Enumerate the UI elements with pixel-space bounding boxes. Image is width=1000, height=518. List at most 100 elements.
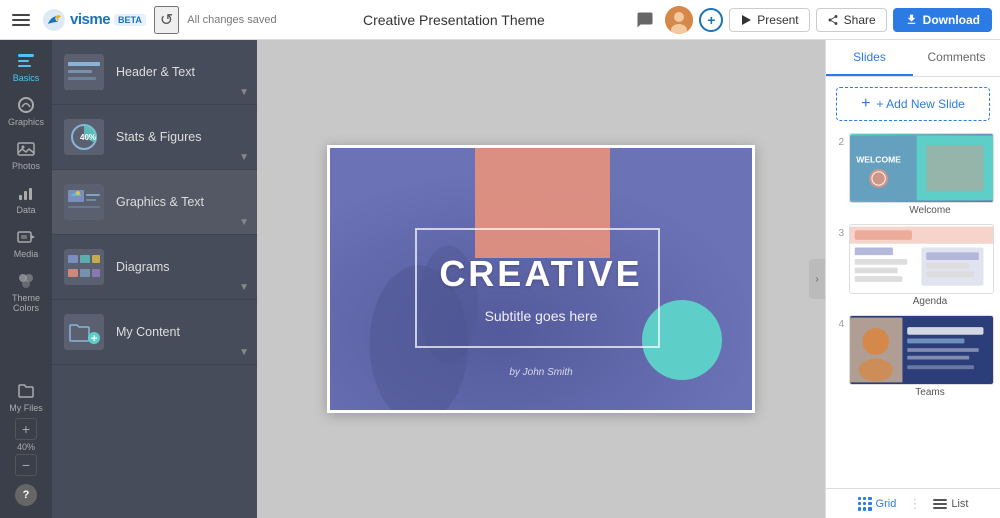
canvas-collapse-button[interactable]: › xyxy=(809,259,825,299)
zoom-in-button[interactable]: + xyxy=(15,418,37,440)
avatar-icon xyxy=(665,6,693,34)
panel-my-content-chevron-icon: ▼ xyxy=(239,347,249,358)
download-button[interactable]: Download xyxy=(893,8,992,32)
basics-icon xyxy=(16,51,36,71)
agenda-thumb-bg xyxy=(850,225,993,293)
svg-text:40%: 40% xyxy=(80,133,96,142)
right-panel-bottom-bar: Grid ⋮ List xyxy=(826,488,1000,518)
graphics-text-icon xyxy=(64,184,104,220)
slide-thumb-item: Teams xyxy=(849,315,994,398)
present-button[interactable]: Present xyxy=(729,8,809,32)
zoom-out-button[interactable]: − xyxy=(15,454,37,476)
add-slide-label: + Add New Slide xyxy=(876,97,964,111)
photos-icon xyxy=(16,139,36,159)
comment-button[interactable] xyxy=(631,6,659,34)
data-icon xyxy=(16,183,36,203)
zoom-value: 40% xyxy=(17,442,35,452)
slide-canvas[interactable]: CREATIVE Subtitle goes here by John Smit… xyxy=(327,145,755,413)
share-button[interactable]: Share xyxy=(816,8,887,32)
teams-thumb-bg xyxy=(850,316,993,384)
slide-thumb-agenda[interactable] xyxy=(849,224,994,294)
slide-thumb-row-4: 4 xyxy=(832,315,994,398)
my-content-icon: + xyxy=(64,314,104,350)
slide-num-3: 3 xyxy=(832,224,844,239)
grid-label: Grid xyxy=(876,498,897,510)
present-label: Present xyxy=(757,13,798,27)
sidebar-item-theme-colors[interactable]: Theme Colors xyxy=(0,264,52,318)
topbar: visme BETA ↺ All changes saved Creative … xyxy=(0,0,1000,40)
agenda-thumb-svg xyxy=(850,225,993,293)
slide-byline: by John Smith xyxy=(330,367,752,378)
slide-name-welcome: Welcome xyxy=(849,205,994,216)
sidebar-item-graphics[interactable]: Graphics xyxy=(0,88,52,132)
play-icon xyxy=(740,14,752,26)
user-avatar[interactable] xyxy=(665,6,693,34)
view-divider: ⋮ xyxy=(908,496,921,512)
svg-text:+: + xyxy=(91,333,97,345)
main-content: Basics Graphics Photos xyxy=(0,40,1000,518)
sidebar-item-data[interactable]: Data xyxy=(0,176,52,220)
tab-slides[interactable]: Slides xyxy=(826,40,913,76)
save-status: All changes saved xyxy=(187,14,276,26)
header-text-icon xyxy=(64,54,104,90)
media-icon xyxy=(16,227,36,247)
undo-button[interactable]: ↺ xyxy=(154,6,179,34)
slide-thumb-welcome[interactable]: WELCOME xyxy=(849,133,994,203)
my-files-icon xyxy=(16,381,36,401)
sidebar-item-media[interactable]: Media xyxy=(0,220,52,264)
share-icon xyxy=(827,14,839,26)
slide-subtitle: Subtitle goes here xyxy=(330,308,752,324)
grid-view-button[interactable]: Grid xyxy=(858,497,897,511)
comment-icon xyxy=(636,11,654,29)
panel-header-text-label: Header & Text xyxy=(116,65,195,79)
slides-list: 2 WELCOME xyxy=(826,129,1000,488)
topbar-actions: + Present Share Download xyxy=(631,6,992,34)
panel-diagrams[interactable]: Diagrams ▼ xyxy=(52,235,257,300)
help-button[interactable]: ? xyxy=(15,484,37,506)
tab-comments[interactable]: Comments xyxy=(913,40,1000,76)
beta-badge: BETA xyxy=(114,14,146,26)
sidebar-item-my-files[interactable]: My Files xyxy=(0,374,52,418)
slide-thumb-teams[interactable] xyxy=(849,315,994,385)
sidebar-item-graphics-label: Graphics xyxy=(8,117,44,127)
panel-chevron-icon: ▼ xyxy=(239,87,249,98)
panel-diagrams-chevron-icon: ▼ xyxy=(239,282,249,293)
stats-figures-icon: 40% xyxy=(64,119,104,155)
sidebar-item-basics[interactable]: Basics xyxy=(0,44,52,88)
add-collaborator-button[interactable]: + xyxy=(699,8,723,32)
left-sidebar-icons: Basics Graphics Photos xyxy=(0,40,52,518)
slide-num-2: 2 xyxy=(832,133,844,148)
canvas-area: CREATIVE Subtitle goes here by John Smit… xyxy=(257,40,825,518)
list-view-button[interactable]: List xyxy=(933,497,968,511)
sidebar-item-photos[interactable]: Photos xyxy=(0,132,52,176)
panel-header-text[interactable]: Header & Text ▼ xyxy=(52,40,257,105)
add-new-slide-button[interactable]: + + Add New Slide xyxy=(836,87,990,121)
panel-diagrams-label: Diagrams xyxy=(116,260,170,274)
theme-colors-icon xyxy=(16,271,36,291)
list-icon xyxy=(933,497,947,511)
teams-thumb-svg xyxy=(850,316,993,384)
document-title: Creative Presentation Theme xyxy=(285,12,624,28)
slide-name-teams: Teams xyxy=(849,387,994,398)
diagrams-icon xyxy=(64,249,104,285)
right-panel-tabs: Slides Comments xyxy=(826,40,1000,77)
panel-stats-figures[interactable]: 40% Stats & Figures ▼ xyxy=(52,105,257,170)
sidebar-item-theme-colors-label: Theme Colors xyxy=(2,293,50,313)
logo-text: visme xyxy=(70,11,110,28)
zoom-controls: + 40% − ? xyxy=(15,418,37,514)
panel-my-content-label: My Content xyxy=(116,325,180,339)
svg-text:WELCOME: WELCOME xyxy=(856,154,901,164)
slide-num-4: 4 xyxy=(832,315,844,330)
slide-thumb-row-3: 3 xyxy=(832,224,994,307)
sidebar-item-media-label: Media xyxy=(14,249,39,259)
add-slide-plus-icon: + xyxy=(861,95,870,113)
slide-name-agenda: Agenda xyxy=(849,296,994,307)
hamburger-menu[interactable] xyxy=(8,10,34,30)
share-label: Share xyxy=(844,13,876,27)
panel-my-content[interactable]: + My Content ▼ xyxy=(52,300,257,365)
sidebar-item-photos-label: Photos xyxy=(12,161,40,171)
slide-thumb-item: WELCOME Welcome xyxy=(849,133,994,216)
slide-thumb-row-2: 2 WELCOME xyxy=(832,133,994,216)
slide-title: CREATIVE xyxy=(330,253,752,295)
panel-graphics-text[interactable]: Graphics & Text ▼ xyxy=(52,170,257,235)
